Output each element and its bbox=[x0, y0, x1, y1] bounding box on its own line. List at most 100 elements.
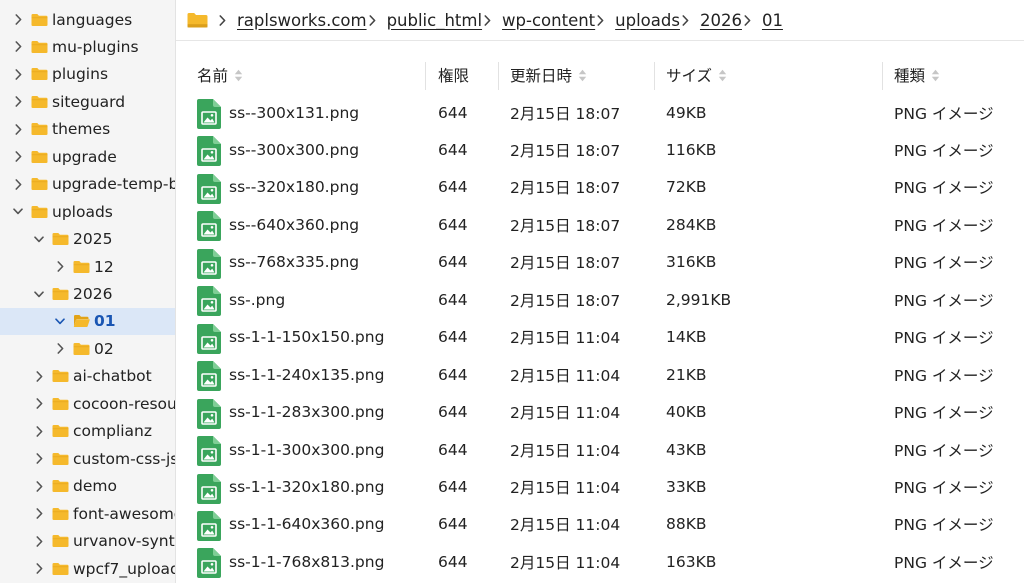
chevron-right-icon[interactable] bbox=[34, 563, 44, 575]
chevron-right-icon[interactable] bbox=[13, 14, 23, 26]
chevron-right-icon[interactable] bbox=[13, 123, 23, 135]
tree-item-languages[interactable]: languages bbox=[0, 6, 175, 33]
breadcrumb-item[interactable]: uploads bbox=[615, 11, 680, 30]
chevron-right-icon[interactable] bbox=[13, 41, 23, 53]
column-header-permission[interactable]: 権限 bbox=[438, 59, 469, 91]
column-header-label: 名前 bbox=[197, 67, 229, 85]
chevron-right-icon[interactable] bbox=[34, 508, 44, 520]
tree-item-urvanov-synta[interactable]: urvanov-synta bbox=[0, 528, 175, 555]
tree-item-custom-css-js[interactable]: custom-css-js bbox=[0, 445, 175, 472]
file-permission: 644 bbox=[438, 515, 468, 534]
table-row[interactable]: ss--768x335.png 644 2月15日 18:07 316KB PNG イメ… bbox=[176, 244, 1024, 281]
chevron-right-icon[interactable] bbox=[34, 425, 44, 437]
file-size: 40KB bbox=[666, 403, 707, 422]
image-file-icon bbox=[197, 361, 221, 392]
table-row[interactable]: ss-1-1-640x360.png 644 2月15日 11:04 88KB PNG … bbox=[176, 506, 1024, 543]
image-file-icon bbox=[197, 173, 221, 204]
file-modified: 2月15日 11:04 bbox=[510, 516, 621, 535]
tree-item-2025[interactable]: 2025 bbox=[0, 226, 175, 253]
chevron-down-icon[interactable] bbox=[34, 233, 44, 245]
tree-item-wpcf7-upload[interactable]: wpcf7_upload bbox=[0, 555, 175, 582]
breadcrumb-item[interactable]: raplsworks.com bbox=[237, 11, 367, 30]
tree-item-upgrade-temp-ba[interactable]: upgrade-temp-ba bbox=[0, 171, 175, 198]
table-row[interactable]: ss-1-1-300x300.png 644 2月15日 11:04 43KB PNG … bbox=[176, 431, 1024, 468]
table-row[interactable]: ss-1-1-283x300.png 644 2月15日 11:04 40KB PNG … bbox=[176, 394, 1024, 431]
folder-icon[interactable] bbox=[187, 12, 208, 28]
image-file-icon bbox=[197, 136, 221, 167]
tree-item-plugins[interactable]: plugins bbox=[0, 61, 175, 88]
column-header-name[interactable]: 名前 bbox=[197, 59, 243, 91]
table-row[interactable]: ss-.png 644 2月15日 18:07 2,991KB PNG イメージ bbox=[176, 281, 1024, 318]
tree-item-mu-plugins[interactable]: mu-plugins bbox=[0, 33, 175, 60]
file-size: 72KB bbox=[666, 178, 707, 197]
file-name: ss-.png bbox=[229, 290, 286, 309]
chevron-right-icon[interactable] bbox=[34, 453, 44, 465]
tree-item-cocoon-resour[interactable]: cocoon-resour bbox=[0, 390, 176, 417]
tree-item-font-awesome[interactable]: font-awesome bbox=[0, 500, 176, 527]
column-header-modified[interactable]: 更新日時 bbox=[510, 59, 587, 91]
chevron-right-icon[interactable] bbox=[13, 96, 23, 108]
chevron-right-icon[interactable] bbox=[55, 261, 65, 273]
breadcrumb-item[interactable]: 01 bbox=[762, 11, 783, 30]
chevron-right-icon[interactable] bbox=[34, 370, 44, 382]
tree-item-complianz[interactable]: complianz bbox=[0, 418, 175, 445]
tree-item-label: font-awesome bbox=[73, 504, 176, 523]
image-file-icon bbox=[197, 473, 221, 504]
file-size: 43KB bbox=[666, 440, 707, 459]
folder-icon bbox=[52, 507, 69, 521]
image-file-icon bbox=[197, 286, 221, 317]
tree-item-demo[interactable]: demo bbox=[0, 473, 175, 500]
folder-icon bbox=[52, 287, 69, 301]
breadcrumb-item[interactable]: 2026 bbox=[700, 11, 742, 30]
file-name: ss--768x335.png bbox=[229, 253, 360, 272]
tree-item-ai-chatbot[interactable]: ai-chatbot bbox=[0, 363, 175, 390]
file-modified: 2月15日 11:04 bbox=[510, 441, 621, 460]
file-type: PNG イメージ bbox=[894, 179, 994, 198]
chevron-down-icon[interactable] bbox=[55, 315, 65, 327]
column-header-label: 更新日時 bbox=[510, 67, 573, 85]
file-modified: 2月15日 18:07 bbox=[510, 254, 621, 273]
table-row[interactable]: ss--320x180.png 644 2月15日 18:07 72KB PNG イメー… bbox=[176, 169, 1024, 206]
column-divider[interactable] bbox=[882, 62, 883, 90]
tree-item-02[interactable]: 02 bbox=[0, 335, 175, 362]
chevron-right-icon[interactable] bbox=[13, 178, 23, 190]
tree-item-2026[interactable]: 2026 bbox=[0, 281, 175, 308]
chevron-right-icon[interactable] bbox=[34, 480, 44, 492]
chevron-right-icon[interactable] bbox=[13, 68, 23, 80]
tree-item-uploads[interactable]: uploads bbox=[0, 198, 175, 225]
tree-item-themes[interactable]: themes bbox=[0, 116, 175, 143]
chevron-right-icon[interactable] bbox=[55, 343, 65, 355]
file-type: PNG イメージ bbox=[894, 104, 994, 123]
chevron-right-icon[interactable] bbox=[13, 151, 23, 163]
column-divider[interactable] bbox=[498, 62, 499, 90]
tree-item-12[interactable]: 12 bbox=[0, 253, 175, 280]
tree-item-label: cocoon-resour bbox=[73, 394, 176, 413]
column-divider[interactable] bbox=[425, 62, 426, 90]
chevron-down-icon[interactable] bbox=[13, 206, 23, 218]
tree-item-siteguard[interactable]: siteguard bbox=[0, 88, 175, 115]
column-header-size[interactable]: サイズ bbox=[666, 59, 727, 91]
column-header-type[interactable]: 種類 bbox=[894, 59, 940, 91]
tree-item-01[interactable]: 01 bbox=[0, 307, 175, 335]
file-permission: 644 bbox=[438, 478, 468, 496]
breadcrumb-item[interactable]: wp-content bbox=[502, 11, 595, 30]
file-size: 163KB bbox=[666, 552, 717, 571]
table-row[interactable]: ss-1-1-768x813.png 644 2月15日 11:04 163KB PNG… bbox=[176, 543, 1024, 580]
file-permission: 644 bbox=[438, 253, 468, 272]
table-row[interactable]: ss-1-1-150x150.png 644 2月15日 11:04 14KB PNG … bbox=[176, 319, 1024, 356]
tree-item-label: 2026 bbox=[73, 285, 113, 303]
column-divider[interactable] bbox=[654, 62, 655, 90]
tree-item-upgrade[interactable]: upgrade bbox=[0, 143, 175, 170]
chevron-right-icon[interactable] bbox=[34, 535, 44, 547]
table-row[interactable]: ss--300x131.png 644 2月15日 18:07 49KB PNG イメー… bbox=[176, 94, 1024, 131]
table-row[interactable]: ss--640x360.png 644 2月15日 18:07 284KB PNG イメ… bbox=[176, 206, 1024, 243]
table-row[interactable]: ss-1-1-240x135.png 644 2月15日 11:04 21KB PNG … bbox=[176, 356, 1024, 393]
table-row[interactable]: ss-1-1-320x180.png 644 2月15日 11:04 33KB PNG … bbox=[176, 469, 1024, 506]
folder-icon bbox=[52, 397, 69, 411]
folder-icon bbox=[31, 150, 48, 164]
chevron-right-icon[interactable] bbox=[34, 398, 44, 410]
breadcrumb-item[interactable]: public_html bbox=[387, 11, 482, 30]
chevron-down-icon[interactable] bbox=[34, 288, 44, 300]
table-row[interactable]: ss--300x300.png 644 2月15日 18:07 116KB PNG イメ… bbox=[176, 131, 1024, 168]
column-header-label: サイズ bbox=[666, 67, 713, 85]
